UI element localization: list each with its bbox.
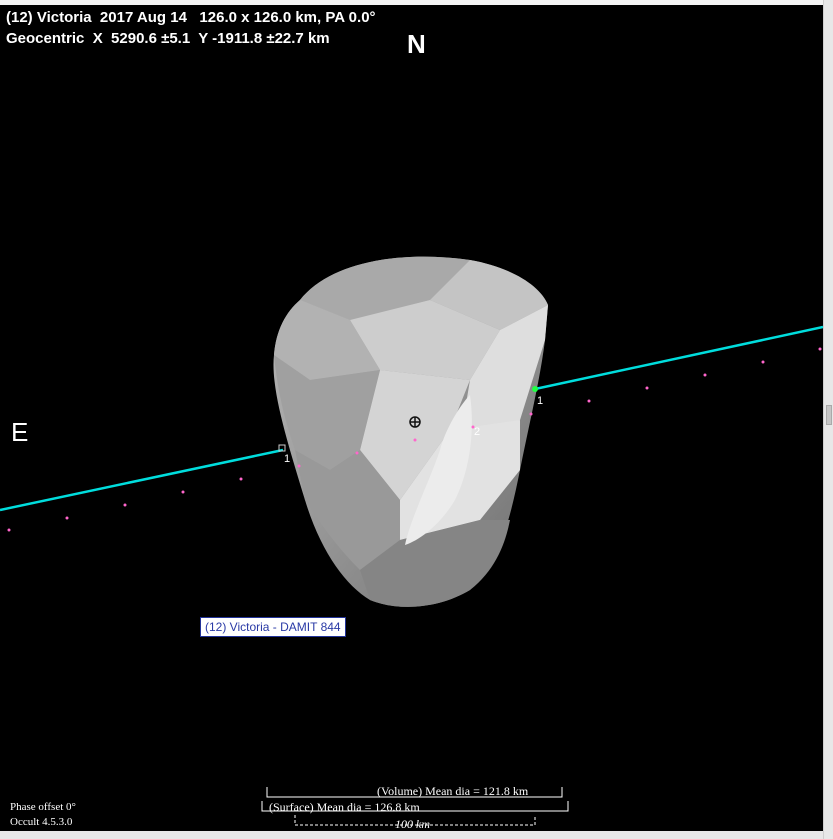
event-title: (12) Victoria 2017 Aug 14 126.0 x 126.0 …: [6, 9, 376, 26]
north-label: N: [407, 29, 426, 59]
plot-viewport: 1 1 2 (12) Victoria 2017 Aug 14 126.0 x …: [0, 5, 823, 831]
east-label: E: [11, 417, 29, 447]
phase-offset: Phase offset 0°: [10, 801, 76, 813]
occultation-plot: 1 1 2: [0, 256, 823, 826]
scale-bar-label: 100 km: [395, 817, 430, 831]
chord-label-mid: 2: [474, 426, 480, 438]
chord-label-east: 1: [537, 395, 543, 407]
surface-mean-diameter: (Surface) Mean dia = 126.8 km: [269, 800, 420, 814]
horizontal-scrollbar[interactable]: [0, 831, 823, 839]
volume-mean-diameter: (Volume) Mean dia = 121.8 km: [377, 784, 529, 798]
chord-line-east: [534, 325, 823, 391]
scrollbar-thumb[interactable]: [826, 405, 832, 425]
geocentric-coordinates: Geocentric X 5290.6 ±5.1 Y -1911.8 ±22.7…: [6, 30, 330, 47]
shape-model-label: (12) Victoria - DAMIT 844: [200, 617, 346, 637]
chord-label-west: 1: [284, 453, 290, 465]
asteroid-shape: [273, 256, 548, 607]
chord-marker-east: [532, 386, 538, 392]
vertical-scrollbar[interactable]: [823, 0, 833, 839]
center-marker-icon: [409, 416, 421, 428]
software-version: Occult 4.5.3.0: [10, 816, 73, 828]
